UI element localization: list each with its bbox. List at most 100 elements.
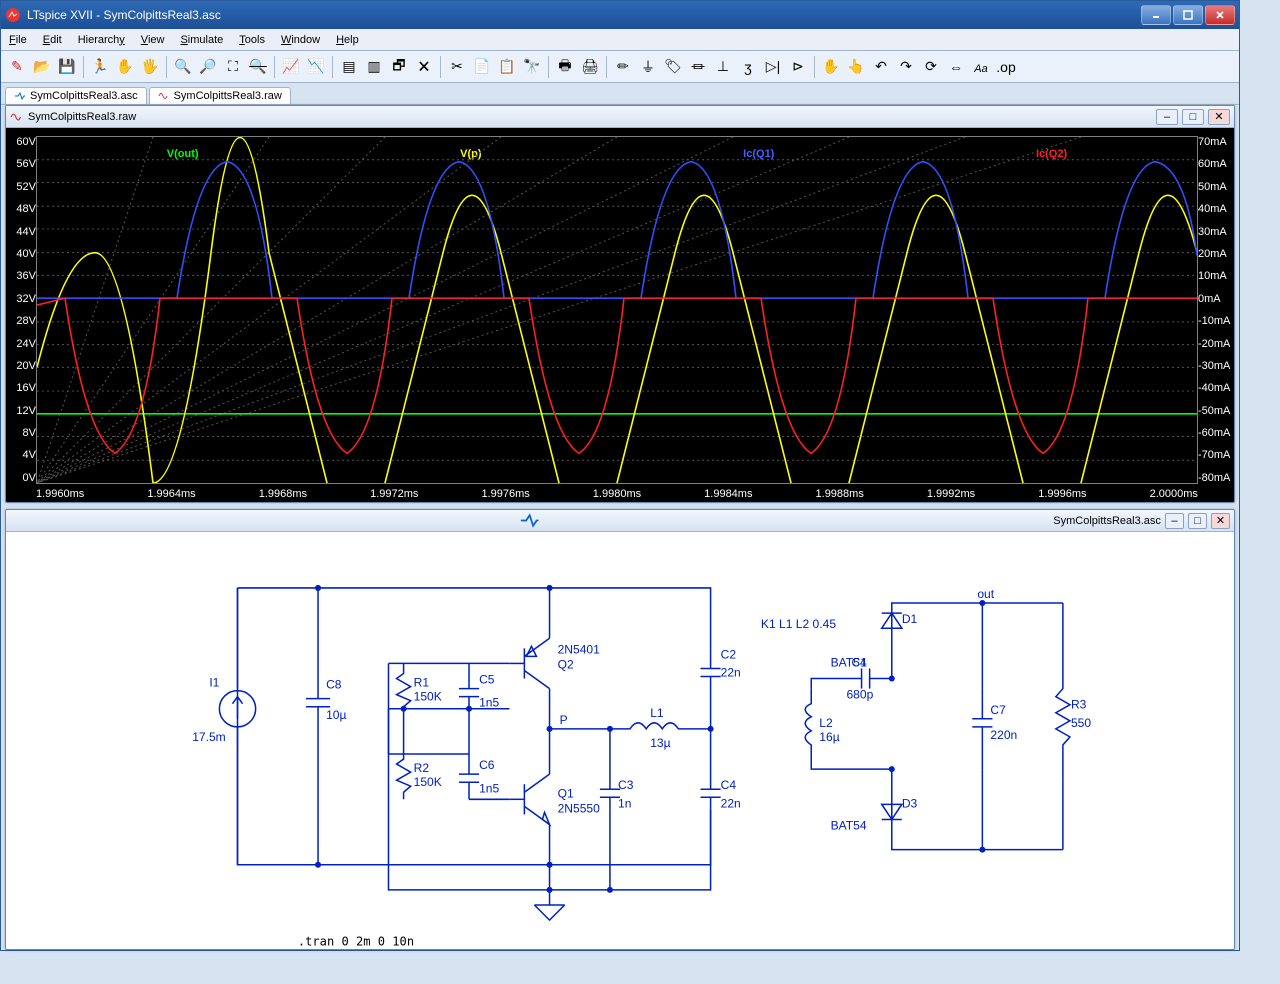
close-all-button[interactable]: 🗙: [412, 55, 436, 79]
move-button[interactable]: ✋: [819, 55, 843, 79]
x-axis[interactable]: 1.9960ms1.9964ms 1.9968ms1.9972ms 1.9976…: [36, 488, 1198, 500]
component-c2[interactable]: C2 22n: [701, 647, 741, 728]
pan-button[interactable]: 🖐: [138, 55, 162, 79]
tile-vert-button[interactable]: ▥: [362, 55, 386, 79]
component-d3[interactable]: D3 BAT54: [831, 796, 918, 832]
find-button[interactable]: 🔭: [520, 55, 544, 79]
wire-button[interactable]: ✏: [611, 55, 635, 79]
titlebar: LTspice XVII - SymColpittsReal3.asc: [1, 1, 1239, 29]
paste-button[interactable]: 📋: [495, 55, 519, 79]
schematic-canvas[interactable]: I1 17.5m C8 10µ R1 150K R2: [6, 532, 1234, 950]
minimize-button[interactable]: [1141, 5, 1171, 25]
maximize-button[interactable]: [1173, 5, 1203, 25]
component-d1[interactable]: D1 BAT54: [831, 612, 918, 669]
add-trace-button[interactable]: 📉: [304, 55, 328, 79]
menu-help[interactable]: Help: [328, 31, 367, 49]
sub-close-button[interactable]: ✕: [1211, 513, 1230, 529]
zoom-full-button[interactable]: 🔍: [246, 55, 270, 79]
save-button[interactable]: 💾: [55, 55, 79, 79]
schematic-titlebar[interactable]: SymColpittsReal3.asc ‒ □ ✕: [6, 510, 1234, 532]
copy-button[interactable]: 📄: [470, 55, 494, 79]
sub-maximize-button[interactable]: □: [1182, 109, 1204, 125]
component-q2[interactable]: Q2 2N5401: [509, 638, 600, 688]
component-l2[interactable]: L2 16µ: [805, 689, 840, 759]
autoscale-button[interactable]: 📈: [279, 55, 303, 79]
zoom-out-button[interactable]: 🔎: [196, 55, 220, 79]
schematic-window[interactable]: SymColpittsReal3.asc ‒ □ ✕ I1 17.5m: [5, 509, 1235, 950]
sub-maximize-button[interactable]: □: [1188, 513, 1207, 529]
print-setup-button[interactable]: 🖨: [578, 55, 602, 79]
y-axis-right[interactable]: 70mA60mA 50mA40mA 30mA20mA 10mA0mA -10mA…: [1198, 136, 1232, 484]
tile-horz-button[interactable]: ▤: [337, 55, 361, 79]
y-axis-left[interactable]: 60V56V 52V48V 44V40V 36V32V 28V24V 20V16…: [8, 136, 36, 484]
menu-simulate[interactable]: Simulate: [172, 31, 231, 49]
component-r3[interactable]: R3 550: [1056, 679, 1092, 780]
cascade-button[interactable]: 🗗: [387, 55, 411, 79]
component-l1[interactable]: L1 13µ: [610, 706, 711, 750]
component-c4[interactable]: C4 22n: [701, 729, 741, 811]
svg-text:C7: C7: [990, 703, 1006, 717]
svg-text:22n: 22n: [721, 666, 741, 680]
waveform-plot[interactable]: V(out) V(p) Ic(Q1) Ic(Q2) 60V56V 52V48V …: [6, 128, 1234, 502]
waveform-window[interactable]: SymColpittsReal3.raw ‒ □ ✕ V(out) V(p) I…: [5, 105, 1235, 503]
redo-button[interactable]: ↷: [894, 55, 918, 79]
label-button[interactable]: 🏷: [661, 55, 685, 79]
inductor-button[interactable]: ʒ: [736, 55, 760, 79]
close-button[interactable]: [1205, 5, 1235, 25]
schematic-title: SymColpittsReal3.asc: [1053, 515, 1161, 527]
capacitor-button[interactable]: ⊥: [711, 55, 735, 79]
component-c3[interactable]: C3 1n: [600, 729, 634, 811]
ground-button[interactable]: ⏚: [636, 55, 660, 79]
svg-text:BAT54: BAT54: [831, 819, 867, 833]
zoom-fit-button[interactable]: ⛶: [221, 55, 245, 79]
svg-text:C4: C4: [721, 778, 737, 792]
sub-minimize-button[interactable]: ‒: [1165, 513, 1184, 529]
spice-directive[interactable]: .tran 0 2m 0 10n: [298, 934, 414, 948]
component-r2[interactable]: R2 150K: [397, 749, 442, 794]
mirror-button[interactable]: ⇔: [944, 55, 968, 79]
menu-view[interactable]: View: [133, 31, 173, 49]
rotate-button[interactable]: ⟳: [919, 55, 943, 79]
svg-text:R1: R1: [414, 676, 430, 690]
component-c7[interactable]: C7 220n: [972, 689, 1017, 770]
op-button[interactable]: .op: [994, 55, 1018, 79]
menu-window[interactable]: Window: [273, 31, 328, 49]
waveform-icon: [158, 90, 170, 102]
component-c8[interactable]: C8 10µ: [306, 588, 347, 865]
svg-text:1n5: 1n5: [479, 781, 499, 795]
undo-button[interactable]: ↶: [869, 55, 893, 79]
plot-svg: [37, 137, 1197, 483]
component-c5[interactable]: C5 1n5: [459, 663, 500, 709]
text-button[interactable]: Aa: [969, 55, 993, 79]
drag-button[interactable]: 👆: [844, 55, 868, 79]
sub-minimize-button[interactable]: ‒: [1156, 109, 1178, 125]
plot-area[interactable]: [36, 136, 1198, 484]
print-button[interactable]: 🖶: [553, 55, 577, 79]
diode-button[interactable]: ▷|: [761, 55, 785, 79]
k-directive[interactable]: K1 L1 L2 0.45: [761, 617, 836, 631]
component-i1[interactable]: I1 17.5m: [192, 668, 255, 749]
ground-symbol[interactable]: [534, 890, 564, 920]
new-schematic-button[interactable]: ✎: [5, 55, 29, 79]
cut-button[interactable]: ✂: [445, 55, 469, 79]
waveform-titlebar[interactable]: SymColpittsReal3.raw ‒ □ ✕: [6, 106, 1234, 128]
open-button[interactable]: 📂: [30, 55, 54, 79]
run-button[interactable]: 🏃: [88, 55, 112, 79]
component-q1[interactable]: Q1 2N5550: [509, 774, 600, 824]
menu-tools[interactable]: Tools: [231, 31, 273, 49]
component-button[interactable]: ⊳: [786, 55, 810, 79]
svg-text:1n5: 1n5: [479, 696, 499, 710]
menu-hierarchy[interactable]: Hierarchy: [70, 31, 133, 49]
zoom-in-button[interactable]: 🔍: [171, 55, 195, 79]
component-c6[interactable]: C6 1n5: [459, 754, 500, 799]
svg-text:22n: 22n: [721, 796, 741, 810]
menu-edit[interactable]: Edit: [35, 31, 70, 49]
halt-button[interactable]: ✋: [113, 55, 137, 79]
component-r1[interactable]: R1 150K: [397, 663, 442, 708]
svg-text:R2: R2: [414, 761, 430, 775]
resistor-button[interactable]: ⏛: [686, 55, 710, 79]
sub-close-button[interactable]: ✕: [1208, 109, 1230, 125]
tab-waveform[interactable]: SymColpittsReal3.raw: [149, 87, 291, 104]
tab-schematic[interactable]: SymColpittsReal3.asc: [5, 87, 147, 104]
menu-file[interactable]: File: [1, 31, 35, 49]
